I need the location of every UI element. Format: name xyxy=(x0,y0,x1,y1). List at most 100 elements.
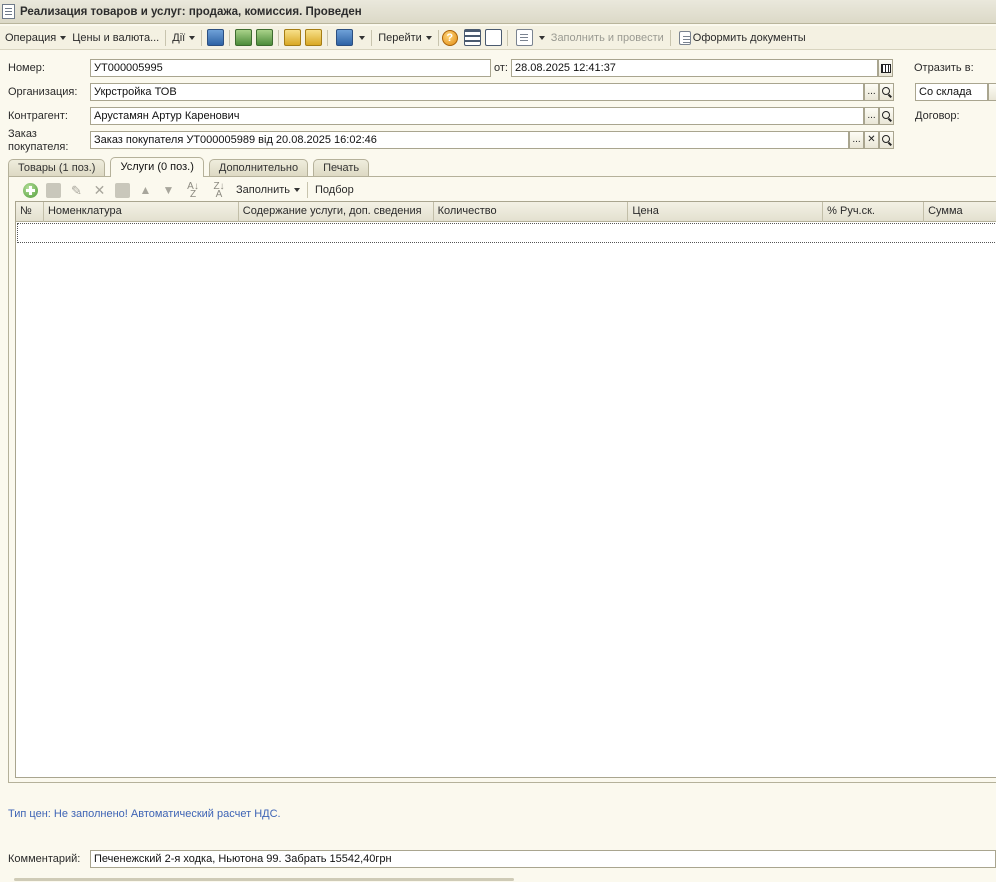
number-label: Номер: xyxy=(8,62,45,74)
calendar-icon xyxy=(880,63,891,73)
grid-toolbar: ✎ ✕ ▲ ▼ A↓ Z Z↓ A Заполнить Подбор xyxy=(19,180,358,200)
toolbar-separator xyxy=(229,29,231,46)
services-panel: ✎ ✕ ▲ ▼ A↓ Z Z↓ A Заполнить Подбор № Номен… xyxy=(8,176,996,783)
price-type-status[interactable]: Тип цен: Не заполнено! Автоматический ра… xyxy=(8,808,281,820)
sms-menu[interactable] xyxy=(511,28,548,48)
toolbar-separator xyxy=(371,29,373,46)
tab-additional[interactable]: Дополнительно xyxy=(208,159,309,177)
horizontal-scrollbar[interactable] xyxy=(14,878,514,881)
chevron-down-icon xyxy=(294,188,301,192)
date-label: от: xyxy=(494,62,508,74)
make-documents-label: Оформить документы xyxy=(692,31,806,44)
window-titlebar: Реализация товаров и услуг: продажа, ком… xyxy=(0,0,996,24)
tab-services[interactable]: Услуги (0 поз.) xyxy=(110,157,204,177)
make-documents-button[interactable]: Оформить документы xyxy=(674,28,809,48)
help-icon[interactable]: ? xyxy=(441,29,458,46)
organization-select-button[interactable]: ... xyxy=(864,83,879,101)
order-open-button[interactable] xyxy=(879,131,894,149)
actions-label: Дії xyxy=(172,31,186,44)
tab-goods[interactable]: Товары (1 поз.) xyxy=(8,159,106,177)
fill-menu[interactable]: Заполнить xyxy=(232,184,304,196)
sort-descending-icon[interactable]: Z↓ A xyxy=(210,181,228,199)
post-and-close-icon[interactable] xyxy=(207,29,225,46)
comment-field[interactable]: Печенежский 2-я ходка, Ньютона 99. Забра… xyxy=(90,850,996,868)
movements-icon[interactable] xyxy=(463,29,481,46)
operation-menu[interactable]: Операция xyxy=(2,28,69,48)
services-table[interactable]: № Номенклатура Содержание услуги, доп. с… xyxy=(15,201,996,778)
delete-row-icon[interactable]: ✕ xyxy=(92,182,107,198)
copy-row-icon[interactable] xyxy=(46,182,61,198)
edit-row-icon[interactable]: ✎ xyxy=(69,183,84,198)
goto-label: Перейти xyxy=(378,31,422,44)
create-based-on-icon[interactable] xyxy=(284,29,302,46)
toolbar-separator xyxy=(278,29,280,46)
add-row-icon[interactable] xyxy=(23,182,38,198)
counterparty-field[interactable]: Арустамян Артур Каренович xyxy=(90,107,864,125)
column-header-nomenclature[interactable]: Номенклатура xyxy=(44,202,239,222)
toolbar-separator xyxy=(437,29,439,46)
organization-open-button[interactable] xyxy=(879,83,894,101)
reflect-field[interactable]: Со склада xyxy=(915,83,988,101)
actions-menu[interactable]: Дії xyxy=(169,28,198,48)
number-field[interactable]: УТ000005995 xyxy=(90,59,491,77)
document-icon xyxy=(2,4,15,19)
move-up-icon[interactable]: ▲ xyxy=(138,183,153,198)
organization-field[interactable]: Укрстройка ТОВ xyxy=(90,83,864,101)
calendar-button[interactable] xyxy=(878,59,893,77)
toolbar-separator xyxy=(669,29,671,46)
counterparty-select-button[interactable]: ... xyxy=(864,107,879,125)
tab-bar: Товары (1 поз.) Услуги (0 поз.) Дополнит… xyxy=(8,157,374,177)
column-header-manual-discount[interactable]: % Руч.ск. xyxy=(823,202,925,222)
column-header-service-content[interactable]: Содержание услуги, доп. сведения xyxy=(239,202,434,222)
column-header-price[interactable]: Цена xyxy=(628,202,824,222)
chevron-down-icon xyxy=(359,35,366,40)
organization-label: Организация: xyxy=(8,86,78,98)
fill-and-post-button[interactable]: Заполнить и провести xyxy=(548,28,667,48)
comment-label: Комментарий: xyxy=(8,853,81,865)
sort-ascending-icon[interactable]: A↓ Z xyxy=(184,181,202,199)
order-clear-button[interactable]: ✕ xyxy=(864,131,879,149)
prices-label: Цены и валюта... xyxy=(72,31,160,44)
search-icon xyxy=(881,111,890,119)
goto-menu[interactable]: Перейти xyxy=(375,28,435,48)
pick-label: Подбор xyxy=(315,184,354,196)
operation-label: Операция xyxy=(5,31,57,44)
fill-and-post-label: Заполнить и провести xyxy=(550,31,664,44)
column-header-number[interactable]: № xyxy=(16,202,44,222)
main-toolbar: Операция Цены и валюта... Дії Перейти ? … xyxy=(0,26,996,50)
column-header-quantity[interactable]: Количество xyxy=(434,202,629,222)
table-row[interactable] xyxy=(17,223,996,243)
prices-currency-button[interactable]: Цены и валюта... xyxy=(69,28,162,48)
sms-icon xyxy=(515,29,533,46)
based-on-menu[interactable] xyxy=(331,28,368,48)
counterparty-open-button[interactable] xyxy=(879,107,894,125)
toolbar-separator xyxy=(201,29,203,46)
pick-button[interactable]: Подбор xyxy=(311,184,358,196)
chevron-down-icon xyxy=(538,35,545,40)
order-label-line2: покупателя: xyxy=(8,141,69,153)
copy-document-icon[interactable] xyxy=(305,29,323,46)
toolbar-separator xyxy=(307,182,309,198)
save-icon[interactable] xyxy=(256,29,274,46)
toolbar-separator xyxy=(506,29,508,46)
window-title: Реализация товаров и услуг: продажа, ком… xyxy=(20,5,362,18)
order-select-button[interactable]: ... xyxy=(849,131,864,149)
forward-icon xyxy=(336,29,354,46)
date-field[interactable]: 28.08.2025 12:41:37 xyxy=(511,59,878,77)
order-label-line1: Заказ xyxy=(8,128,37,140)
search-icon xyxy=(881,135,890,143)
documents-icon xyxy=(678,30,691,45)
reflect-select-button[interactable] xyxy=(988,83,996,101)
customer-order-field[interactable]: Заказ покупателя УТ000005989 від 20.08.2… xyxy=(90,131,849,149)
search-icon xyxy=(881,87,890,95)
chevron-down-icon xyxy=(60,35,67,40)
tab-print[interactable]: Печать xyxy=(313,159,370,177)
end-edit-icon[interactable] xyxy=(115,182,130,198)
counterparty-label: Контрагент: xyxy=(8,110,68,122)
toolbar-separator xyxy=(327,29,329,46)
column-header-sum[interactable]: Сумма xyxy=(924,202,996,222)
move-down-icon[interactable]: ▼ xyxy=(161,183,176,198)
post-icon[interactable] xyxy=(235,29,253,46)
table-header: № Номенклатура Содержание услуги, доп. с… xyxy=(16,202,996,222)
structure-icon[interactable] xyxy=(484,29,502,46)
